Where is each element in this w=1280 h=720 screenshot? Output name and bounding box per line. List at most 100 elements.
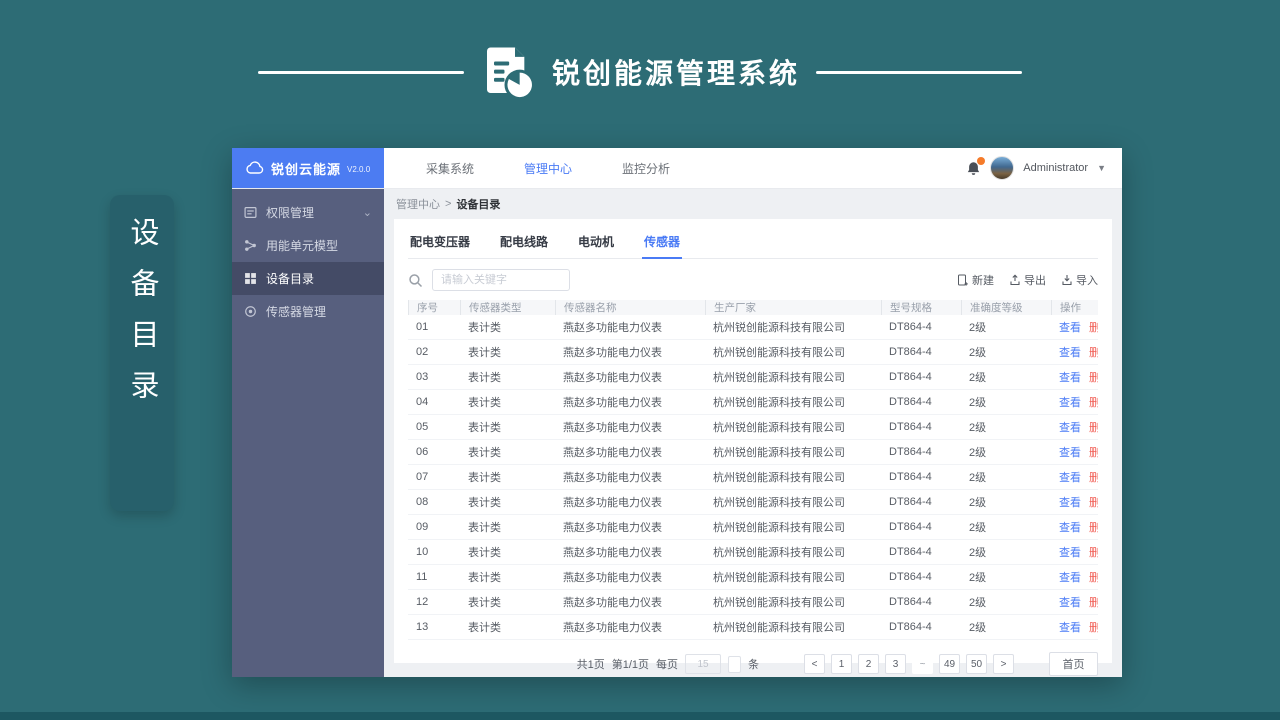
- import-button[interactable]: 导入: [1061, 272, 1098, 288]
- notification-bell-icon[interactable]: [966, 156, 986, 176]
- view-link[interactable]: 查看: [1059, 594, 1081, 610]
- table-row: 02 表计类 燕赵多功能电力仪表 杭州锐创能源科技有限公司 DT864-4 2级 查看删除: [408, 340, 1098, 365]
- delete-link[interactable]: 删除: [1089, 394, 1098, 410]
- nav-item-monitoring[interactable]: 监控分析: [622, 160, 670, 177]
- table-cell: 杭州锐创能源科技有限公司: [713, 597, 845, 609]
- table-cell: 表计类: [468, 447, 501, 459]
- table-cell: 表计类: [468, 597, 501, 609]
- table-cell: 燕赵多功能电力仪表: [563, 322, 662, 334]
- tab-line[interactable]: 配电线路: [498, 228, 550, 258]
- view-link[interactable]: 查看: [1059, 494, 1081, 510]
- nav-item-management[interactable]: 管理中心: [524, 160, 572, 177]
- column-header: 型号规格: [881, 300, 961, 315]
- table-cell: 燕赵多功能电力仪表: [563, 422, 662, 434]
- delete-link[interactable]: 删除: [1089, 619, 1098, 635]
- next-page-button[interactable]: >: [993, 654, 1014, 674]
- top-nav: 采集系统 管理中心 监控分析: [426, 160, 670, 177]
- delete-link[interactable]: 删除: [1089, 344, 1098, 360]
- notification-badge: [977, 156, 986, 165]
- view-link[interactable]: 查看: [1059, 569, 1081, 585]
- view-link[interactable]: 查看: [1059, 319, 1081, 335]
- sidebar-item-device-catalog[interactable]: 设备目录: [232, 262, 384, 295]
- table-cell: DT864-4: [889, 496, 932, 508]
- table-cell: 表计类: [468, 322, 501, 334]
- per-page-prefix: 每页: [656, 659, 678, 671]
- view-link[interactable]: 查看: [1059, 619, 1081, 635]
- app-topbar: 锐创云能源 V2.0.0 采集系统 管理中心 监控分析 Administrator …: [232, 148, 1122, 189]
- table-cell: 11: [416, 571, 428, 583]
- delete-link[interactable]: 删除: [1089, 594, 1098, 610]
- caret-down-icon[interactable]: ▼: [1097, 163, 1106, 173]
- breadcrumb: 管理中心 > 设备目录: [384, 189, 1122, 219]
- delete-link[interactable]: 删除: [1089, 419, 1098, 435]
- table-cell: DT864-4: [889, 371, 932, 383]
- table-cell: 燕赵多功能电力仪表: [563, 397, 662, 409]
- page-title: 锐创能源管理系统: [551, 58, 800, 89]
- breadcrumb-current: 设备目录: [456, 199, 501, 211]
- table-cell: 杭州锐创能源科技有限公司: [713, 322, 845, 334]
- sidebar-item-energy-unit-model[interactable]: 用能单元模型: [232, 229, 384, 262]
- app-window: 锐创云能源 V2.0.0 采集系统 管理中心 监控分析 Administrator …: [232, 148, 1122, 677]
- create-button[interactable]: 新建: [957, 272, 994, 288]
- sidebar-item-sensor-management[interactable]: 传感器管理: [232, 295, 384, 328]
- app-logo-name: 锐创云能源: [271, 161, 342, 177]
- view-link[interactable]: 查看: [1059, 344, 1081, 360]
- page-header: 锐创能源管理系统: [0, 44, 1280, 100]
- table-cell: 08: [416, 496, 429, 508]
- delete-link[interactable]: 删除: [1089, 369, 1098, 385]
- column-header: 序号: [408, 300, 460, 315]
- table-cell: DT864-4: [889, 471, 932, 483]
- view-link[interactable]: 查看: [1059, 544, 1081, 560]
- sidebar-item-label: 设备目录: [266, 272, 315, 286]
- delete-link[interactable]: 删除: [1089, 544, 1098, 560]
- table-cell: DT864-4: [889, 546, 932, 558]
- view-link[interactable]: 查看: [1059, 444, 1081, 460]
- table-cell: 表计类: [468, 547, 501, 559]
- avatar[interactable]: [990, 156, 1015, 180]
- column-header: 传感器名称: [555, 300, 705, 315]
- page-size-input[interactable]: 15: [685, 654, 721, 674]
- nav-item-collection[interactable]: 采集系统: [426, 160, 474, 177]
- prev-page-button[interactable]: <: [804, 654, 825, 674]
- row-actions: 查看删除: [1051, 494, 1098, 510]
- tab-motor[interactable]: 电动机: [576, 228, 616, 258]
- sidebar: 权限管理 ⌄ 用能单元模型设备目录传感器管理: [232, 189, 384, 677]
- page-button-50[interactable]: 50: [966, 654, 987, 674]
- tab-sensor[interactable]: 传感器: [642, 228, 683, 259]
- page-button-2[interactable]: 2: [858, 654, 879, 674]
- delete-link[interactable]: 删除: [1089, 469, 1098, 485]
- delete-link[interactable]: 删除: [1089, 569, 1098, 585]
- page-button-3[interactable]: 3: [885, 654, 906, 674]
- delete-link[interactable]: 删除: [1089, 519, 1098, 535]
- delete-link[interactable]: 删除: [1089, 319, 1098, 335]
- delete-link[interactable]: 删除: [1089, 444, 1098, 460]
- page-size-stepper[interactable]: [728, 655, 741, 673]
- table-row: 08 表计类 燕赵多功能电力仪表 杭州锐创能源科技有限公司 DT864-4 2级 查看删除: [408, 490, 1098, 515]
- table-row: 06 表计类 燕赵多功能电力仪表 杭州锐创能源科技有限公司 DT864-4 2级 查看删除: [408, 440, 1098, 465]
- row-actions: 查看删除: [1051, 519, 1098, 535]
- grid-icon: [244, 272, 257, 285]
- search-input[interactable]: [432, 269, 570, 291]
- view-link[interactable]: 查看: [1059, 369, 1081, 385]
- export-button[interactable]: 导出: [1009, 272, 1046, 288]
- table-row: 03 表计类 燕赵多功能电力仪表 杭州锐创能源科技有限公司 DT864-4 2级 查看删除: [408, 365, 1098, 390]
- first-page-button[interactable]: 首页: [1049, 652, 1098, 676]
- app-logo: 锐创云能源 V2.0.0: [232, 148, 384, 188]
- view-link[interactable]: 查看: [1059, 394, 1081, 410]
- sidebar-item-permission[interactable]: 权限管理 ⌄: [232, 196, 384, 229]
- table-cell: 06: [416, 446, 429, 458]
- view-link[interactable]: 查看: [1059, 519, 1081, 535]
- row-actions: 查看删除: [1051, 344, 1098, 360]
- per-page-suffix: 条: [748, 659, 759, 671]
- tab-transformer[interactable]: 配电变压器: [408, 228, 472, 258]
- user-name[interactable]: Administrator: [1023, 162, 1088, 174]
- view-link[interactable]: 查看: [1059, 469, 1081, 485]
- view-link[interactable]: 查看: [1059, 419, 1081, 435]
- breadcrumb-parent[interactable]: 管理中心: [396, 196, 440, 212]
- page-button-1[interactable]: 1: [831, 654, 852, 674]
- delete-link[interactable]: 删除: [1089, 494, 1098, 510]
- table-row: 11 表计类 燕赵多功能电力仪表 杭州锐创能源科技有限公司 DT864-4 2级 查看删除: [408, 565, 1098, 590]
- page-button-49[interactable]: 49: [939, 654, 960, 674]
- table-cell: 13: [416, 621, 429, 633]
- pagination-total: 共1页: [576, 659, 605, 671]
